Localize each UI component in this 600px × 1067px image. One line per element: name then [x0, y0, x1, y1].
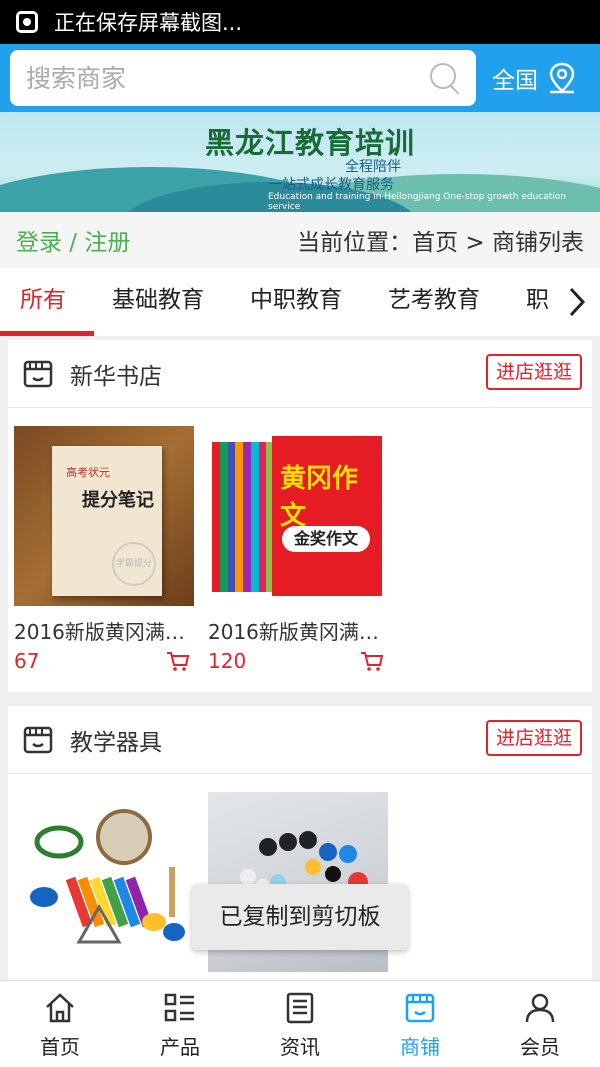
list-icon — [164, 993, 194, 1022]
product-card[interactable]: 黄冈作文 金奖作文 2016新版黄冈满… 120 — [208, 426, 388, 673]
nav-label: 首页 — [40, 1035, 80, 1059]
book-cover-text: 高考状元 — [66, 466, 110, 479]
nav-member[interactable]: 会员 — [480, 981, 600, 1067]
nav-label: 资讯 — [280, 1035, 320, 1059]
product-image[interactable]: 黄冈作文 金奖作文 — [208, 426, 388, 606]
location-pin-icon — [549, 62, 575, 94]
nav-label: 商铺 — [400, 1035, 440, 1059]
shop-icon — [23, 726, 53, 753]
product-image[interactable] — [14, 792, 194, 972]
product-title[interactable]: 2016新版黄冈满… — [14, 616, 194, 645]
toast-message: 已复制到剪切板 — [192, 884, 408, 950]
shop-name[interactable]: 教学器具 — [70, 723, 162, 757]
region-label: 全国 — [492, 68, 538, 94]
nav-label: 产品 — [160, 1035, 200, 1059]
search-box[interactable] — [10, 50, 476, 106]
login-link[interactable]: 登录 — [16, 230, 62, 256]
nav-products[interactable]: 产品 — [120, 981, 240, 1067]
login-separator: / — [62, 230, 85, 256]
search-input[interactable] — [26, 63, 420, 93]
status-bar: 正在保存屏幕截图... — [0, 0, 600, 44]
login-register: 登录 / 注册 — [16, 223, 130, 257]
nav-home[interactable]: 首页 — [0, 981, 120, 1067]
product-title[interactable]: 2016新版黄冈满… — [208, 616, 388, 645]
tab-art-exam-education[interactable]: 艺考教育 — [388, 268, 480, 336]
shop-header: 新华书店 进店逛逛 — [8, 340, 592, 408]
product-price: 120 — [208, 649, 247, 673]
product-list: 高考状元 提分笔记 学霸提分 2016新版黄冈满… 67 黄冈作文 金奖作文 2… — [8, 408, 592, 673]
tab-more[interactable]: 职 — [526, 268, 549, 336]
chevron-right-icon — [569, 287, 586, 317]
tab-vocational-education[interactable]: 中职教育 — [250, 268, 342, 336]
banner[interactable]: 黑龙江教育培训 全程陪伴 一站式成长教育服务 Education and tra… — [0, 112, 600, 212]
nav-label: 会员 — [520, 1035, 560, 1059]
shop-icon — [405, 993, 435, 1023]
news-icon — [286, 992, 314, 1024]
book-cover-text: 金奖作文 — [282, 526, 370, 552]
nav-news[interactable]: 资讯 — [240, 981, 360, 1067]
region-selector[interactable]: 全国 — [492, 61, 578, 95]
home-icon — [46, 993, 74, 1023]
enter-shop-button[interactable]: 进店逛逛 — [485, 720, 582, 756]
tab-basic-education[interactable]: 基础教育 — [112, 268, 204, 336]
product-card[interactable]: 高考状元 提分笔记 学霸提分 2016新版黄冈满… 67 — [14, 426, 194, 673]
product-card[interactable] — [14, 792, 194, 972]
shop-name[interactable]: 新华书店 — [70, 357, 162, 391]
screenshot-icon — [16, 11, 38, 33]
banner-english: Education and training in Heilongjiang O… — [268, 192, 566, 212]
shop-card: 新华书店 进店逛逛 高考状元 提分笔记 学霸提分 2016新版黄冈满… 67 黄… — [8, 340, 592, 692]
breadcrumb-bar: 登录 / 注册 当前位置：首页 > 商铺列表 — [0, 212, 600, 268]
breadcrumb: 当前位置：首页 > 商铺列表 — [297, 230, 584, 256]
product-price: 67 — [14, 649, 40, 673]
search-icon[interactable] — [420, 50, 476, 106]
product-image[interactable]: 高考状元 提分笔记 学霸提分 — [14, 426, 194, 606]
register-link[interactable]: 注册 — [84, 230, 130, 256]
tabs-scroll-right[interactable] — [554, 268, 600, 336]
shop-icon — [23, 360, 53, 387]
status-text: 正在保存屏幕截图... — [54, 11, 243, 35]
tab-all[interactable]: 所有 — [0, 268, 94, 336]
bottom-nav: 首页 产品 资讯 商铺 会员 — [0, 980, 600, 1067]
category-tabs: 所有 基础教育 中职教育 艺考教育 职 — [0, 268, 600, 336]
banner-subtitle: 一站式成长教育服务 — [268, 177, 394, 193]
top-bar: 全国 — [0, 44, 600, 112]
nav-shops[interactable]: 商铺 — [360, 981, 480, 1067]
cart-icon[interactable] — [360, 650, 384, 672]
book-cover-text: 提分笔记 — [82, 490, 154, 511]
book-cover-text: 黄冈作文 — [280, 464, 359, 531]
banner-subtitle: 全程陪伴 — [345, 159, 401, 175]
shop-header: 教学器具 进店逛逛 — [8, 706, 592, 774]
cart-icon[interactable] — [166, 650, 190, 672]
user-icon — [525, 993, 555, 1023]
enter-shop-button[interactable]: 进店逛逛 — [485, 354, 582, 390]
book-stamp: 学霸提分 — [112, 542, 156, 586]
